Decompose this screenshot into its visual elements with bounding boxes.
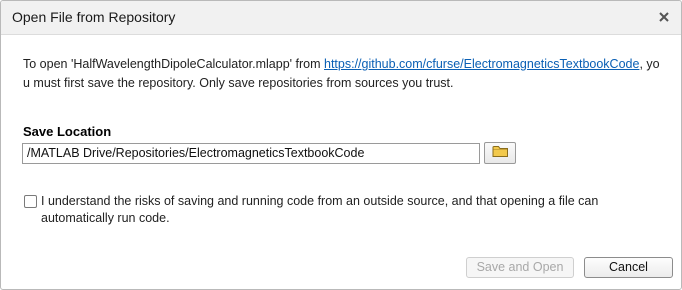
save-location-label: Save Location xyxy=(23,124,112,139)
folder-icon xyxy=(492,144,509,163)
open-file-dialog: Open File from Repository To open 'HalfW… xyxy=(0,0,682,290)
dialog-title: Open File from Repository xyxy=(12,9,176,25)
browse-folder-button[interactable] xyxy=(484,142,516,164)
dialog-titlebar: Open File from Repository xyxy=(1,1,681,35)
close-icon[interactable] xyxy=(656,9,672,25)
save-location-input[interactable] xyxy=(22,143,480,164)
dialog-message: To open 'HalfWavelengthDipoleCalculator.… xyxy=(23,55,663,93)
repository-link[interactable]: https://github.com/cfurse/Electromagneti… xyxy=(324,57,639,71)
acknowledge-label: I understand the risks of saving and run… xyxy=(41,194,599,225)
message-prefix: To open 'HalfWavelengthDipoleCalculator.… xyxy=(23,57,324,71)
acknowledge-checkbox[interactable] xyxy=(24,195,37,208)
cancel-button[interactable]: Cancel xyxy=(584,257,673,278)
save-and-open-button[interactable]: Save and Open xyxy=(466,257,574,278)
